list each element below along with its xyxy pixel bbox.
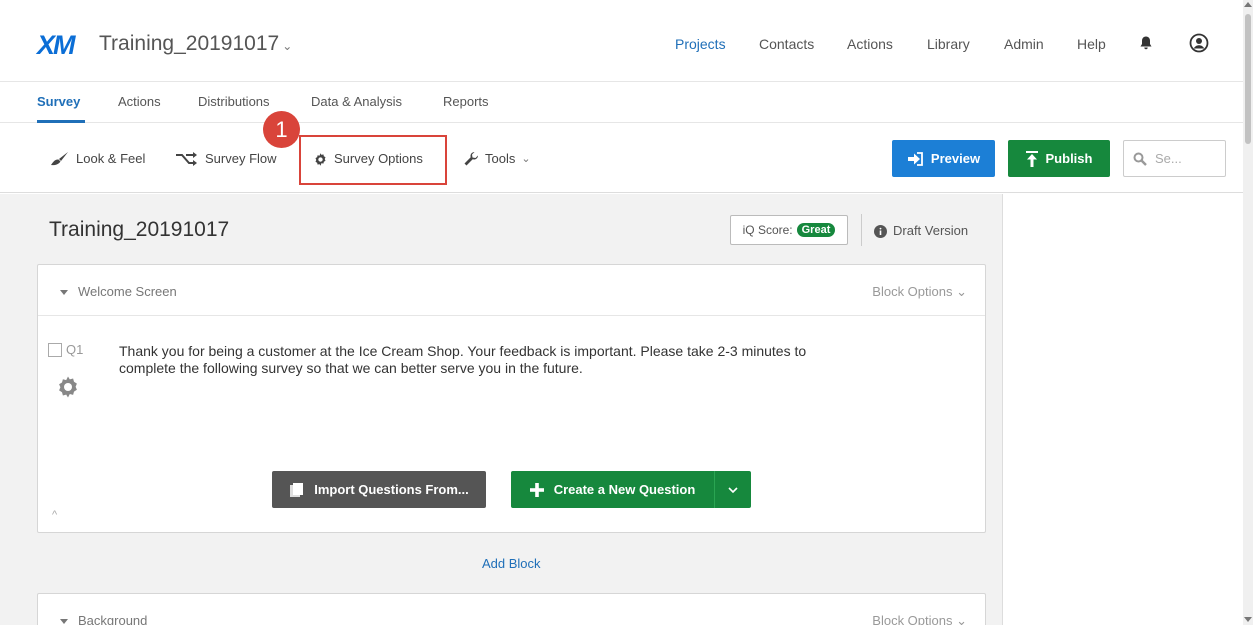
create-question-button[interactable]: Create a New Question: [511, 471, 715, 508]
collapse-triangle-icon: [60, 289, 68, 295]
collapse-triangle-icon: [60, 618, 68, 624]
block-name: Background: [78, 613, 148, 625]
collapse-block-icon[interactable]: ^: [52, 509, 57, 521]
wrench-icon: [464, 151, 479, 166]
survey-tabs: Survey Actions Distributions Data & Anal…: [0, 82, 1243, 123]
survey-editor: Training_20191017 iQ Score: Great Draft …: [0, 194, 1003, 625]
search-input[interactable]: Se...: [1123, 140, 1226, 177]
publish-label: Publish: [1045, 151, 1093, 166]
block-header: Welcome Screen Block Options ⌄: [38, 265, 985, 316]
question-number: Q1: [66, 342, 84, 357]
iq-score-badge: Great: [796, 223, 836, 237]
draft-version-indicator[interactable]: Draft Version: [874, 223, 968, 239]
nav-library[interactable]: Library: [927, 35, 970, 53]
scroll-up-arrow[interactable]: [1244, 2, 1252, 7]
block-header: Background Block Options ⌄: [38, 594, 985, 625]
tab-reports[interactable]: Reports: [443, 93, 489, 111]
paintbrush-icon: [51, 152, 68, 166]
tab-actions[interactable]: Actions: [118, 93, 161, 111]
survey-title: Training_20191017: [49, 218, 230, 241]
block-background: Background Block Options ⌄: [37, 593, 986, 625]
nav-projects[interactable]: Projects: [675, 35, 726, 53]
block-title-toggle[interactable]: Background: [60, 613, 147, 625]
step-annotation-badge: 1: [263, 111, 300, 148]
iq-score-button[interactable]: iQ Score: Great: [730, 215, 848, 245]
preview-icon: [907, 151, 923, 166]
block-options-dropdown[interactable]: Block Options ⌄: [872, 613, 967, 625]
create-question-split-button: Create a New Question: [511, 471, 751, 508]
create-question-dropdown[interactable]: [715, 471, 751, 508]
tab-distributions[interactable]: Distributions: [198, 93, 270, 111]
nav-admin[interactable]: Admin: [1004, 35, 1044, 53]
chevron-down-icon: ⌄: [521, 153, 531, 165]
copy-icon: [290, 482, 304, 497]
tab-data-analysis[interactable]: Data & Analysis: [311, 93, 402, 111]
question-checkbox[interactable]: [48, 343, 62, 357]
scroll-down-arrow[interactable]: [1244, 617, 1252, 622]
bell-icon[interactable]: [1138, 35, 1154, 51]
user-account-icon[interactable]: [1189, 33, 1209, 53]
import-questions-label: Import Questions From...: [314, 482, 469, 497]
draft-version-label: Draft Version: [893, 223, 969, 238]
publish-icon: [1025, 150, 1038, 167]
block-title-toggle[interactable]: Welcome Screen: [60, 284, 177, 300]
block-welcome-screen: Welcome Screen Block Options ⌄ Q1 Thank …: [37, 264, 986, 533]
add-block-link[interactable]: Add Block: [482, 556, 541, 572]
block-options-dropdown[interactable]: Block Options ⌄: [872, 284, 967, 300]
question-gear-icon[interactable]: [56, 375, 80, 399]
publish-button[interactable]: Publish: [1008, 140, 1110, 177]
top-nav: XM Training_20191017 ⌄ Projects Contacts …: [0, 0, 1243, 82]
tools-label: Tools: [485, 151, 516, 166]
iq-score-label: iQ Score:: [742, 223, 793, 237]
look-feel-label: Look & Feel: [76, 151, 146, 166]
look-feel-button[interactable]: Look & Feel: [50, 151, 145, 167]
chevron-down-icon: ⌄: [282, 39, 293, 53]
survey-flow-label: Survey Flow: [205, 151, 277, 166]
scrollbar-thumb[interactable]: [1245, 14, 1251, 144]
tab-survey[interactable]: Survey: [37, 93, 80, 111]
chevron-down-icon: [728, 486, 738, 493]
survey-toolbar: Look & Feel Survey Flow Survey Options T…: [0, 123, 1243, 193]
preview-button[interactable]: Preview: [892, 140, 995, 177]
xm-logo[interactable]: XM: [37, 30, 75, 60]
flow-icon: [176, 152, 197, 166]
survey-options-highlight: [299, 135, 447, 185]
survey-flow-button[interactable]: Survey Flow: [175, 151, 277, 167]
search-placeholder: Se...: [1155, 151, 1182, 166]
question-text[interactable]: Thank you for being a customer at the Ic…: [119, 343, 819, 377]
info-icon: [874, 224, 887, 238]
tools-dropdown[interactable]: Tools ⌄: [463, 151, 531, 167]
import-questions-button[interactable]: Import Questions From...: [272, 471, 486, 508]
divider: [861, 214, 862, 246]
preview-label: Preview: [930, 151, 981, 166]
project-title-dropdown[interactable]: Training_20191017 ⌄: [99, 30, 292, 60]
create-question-label: Create a New Question: [553, 482, 696, 497]
nav-actions[interactable]: Actions: [847, 35, 893, 53]
nav-contacts[interactable]: Contacts: [759, 35, 814, 53]
search-icon: [1133, 152, 1147, 166]
project-title: Training_20191017: [99, 32, 280, 55]
block-name: Welcome Screen: [78, 284, 177, 299]
plus-icon: [529, 482, 544, 497]
nav-help[interactable]: Help: [1077, 35, 1106, 53]
